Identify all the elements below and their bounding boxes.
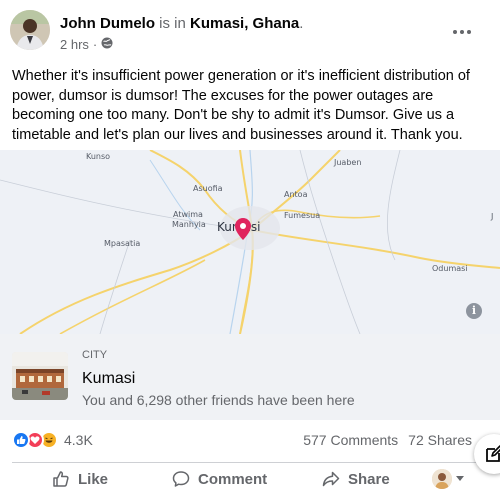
avatar-photo — [10, 10, 50, 50]
place-card[interactable]: City Kumasi You and 6,298 other friends … — [0, 334, 500, 420]
is-in-text: is in — [155, 15, 191, 32]
map-label: Fumesua — [284, 211, 321, 220]
divider — [12, 462, 488, 463]
post-text: Whether it's insufficient power generati… — [12, 68, 470, 143]
user-avatar — [432, 469, 452, 489]
compose-icon — [486, 445, 500, 462]
like-label: Like — [78, 470, 109, 488]
map-marker-icon — [235, 218, 251, 240]
reactions-count[interactable]: 4.3K — [64, 432, 93, 448]
map-label: Kunso — [86, 152, 111, 161]
place-category: City — [82, 349, 108, 361]
like-button[interactable]: Like — [52, 468, 108, 490]
like-reaction-icon — [12, 431, 30, 449]
engagement-counts: 577 Comments 72 Shares — [303, 432, 472, 448]
place-thumbnail — [12, 352, 68, 400]
chevron-down-icon — [456, 476, 464, 481]
shares-count[interactable]: 72 Shares — [408, 432, 472, 448]
post-time[interactable]: 2 hrs — [60, 37, 89, 52]
location-map[interactable]: Kunso Juaben Asuofia Antoa Atwima Manhyi… — [0, 150, 500, 334]
comment-button[interactable]: Comment — [172, 468, 267, 490]
comment-bubble-icon — [172, 471, 190, 487]
place-visits: You and 6,298 other friends have been he… — [82, 392, 355, 408]
map-label: Mpasatia — [104, 239, 141, 248]
dot-icon — [467, 30, 471, 34]
map-label: Antoa — [284, 190, 308, 199]
react-as-selector[interactable] — [432, 469, 464, 489]
post-meta: 2 hrs · — [60, 37, 113, 52]
post-actions: Like Comment Share — [0, 466, 500, 491]
author-name[interactable]: John Dumelo — [60, 15, 155, 32]
comments-count[interactable]: 577 Comments — [303, 432, 398, 448]
share-label: Share — [348, 470, 390, 488]
map-label: Odumasi — [432, 264, 468, 273]
map-info-button[interactable]: i — [466, 303, 482, 319]
thumbs-up-icon — [53, 471, 69, 487]
map-label: Asuofia — [193, 184, 223, 193]
comment-label: Comment — [198, 470, 268, 488]
author-avatar[interactable] — [10, 10, 50, 50]
checkin-place-link[interactable]: Kumasi, Ghana — [190, 15, 299, 32]
share-button[interactable]: Share — [322, 468, 390, 490]
meta-separator: · — [92, 37, 98, 52]
author-line: John Dumelo is in Kumasi, Ghana. — [60, 15, 303, 32]
place-name[interactable]: Kumasi — [82, 370, 135, 388]
map-label: J — [491, 212, 494, 221]
reactions-summary[interactable]: 4.3K — [12, 430, 93, 450]
place-suffix: . — [299, 15, 304, 32]
dot-icon — [460, 30, 464, 34]
post-header: John Dumelo is in Kumasi, Ghana. 2 hrs · — [0, 0, 500, 62]
map-label: Atwima — [173, 210, 203, 219]
more-options-button[interactable] — [448, 22, 476, 42]
map-label: Manhyia — [172, 220, 206, 229]
dot-icon — [453, 30, 457, 34]
map-roads — [0, 150, 500, 334]
globe-icon[interactable] — [101, 37, 113, 52]
map-label: Juaben — [334, 158, 362, 167]
share-arrow-icon — [322, 471, 340, 487]
